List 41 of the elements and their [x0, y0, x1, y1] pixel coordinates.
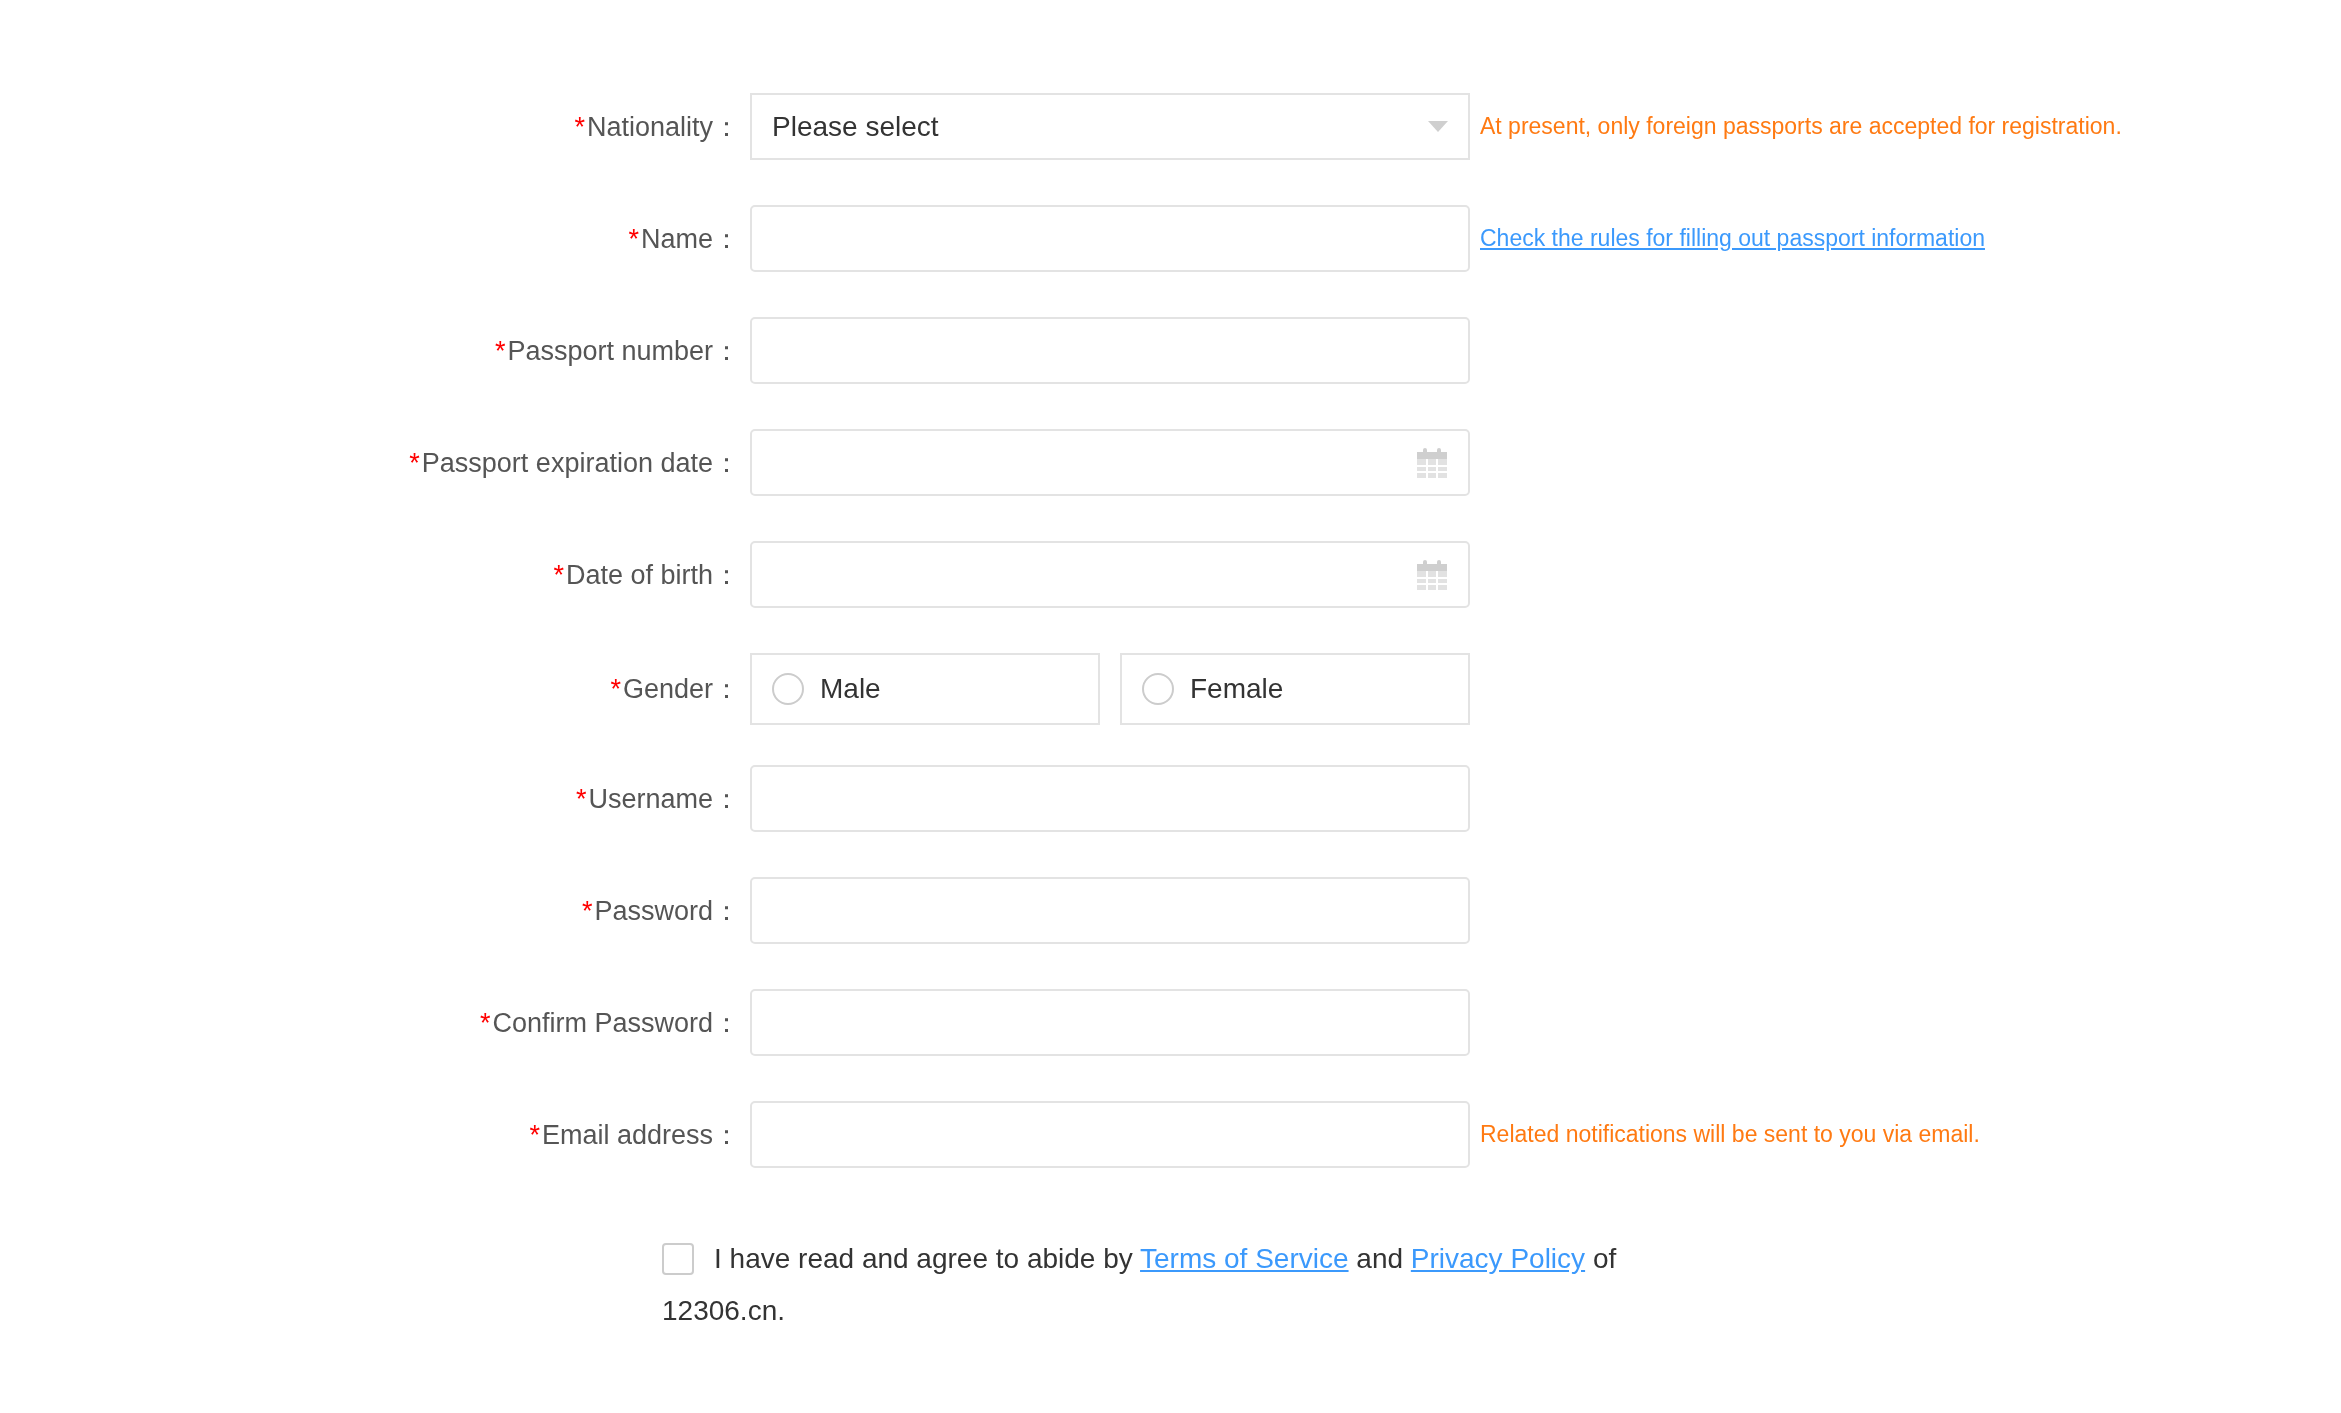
radio-icon[interactable] — [772, 673, 804, 705]
field-label: Confirm Password： — [492, 1006, 740, 1040]
date-field[interactable] — [750, 541, 1470, 608]
checkbox[interactable] — [662, 1243, 694, 1275]
calendar-icon — [1416, 446, 1448, 479]
agreement-text: 12306.cn. — [662, 1294, 786, 1328]
required-mark: * — [628, 223, 639, 255]
calendar-icon — [1416, 558, 1448, 591]
field-label: Email address： — [541, 1118, 740, 1152]
field-label: Gender： — [622, 673, 740, 706]
agreement-text: I have read and agree to abide by Terms of Service and Privacy Policy of — [714, 1242, 1617, 1276]
radio-icon[interactable] — [1142, 673, 1174, 705]
hint-text: Related notifications will be sent to you via email. — [1480, 1121, 1981, 1148]
required-mark: * — [553, 559, 564, 591]
input-field[interactable] — [750, 317, 1470, 384]
field-label: Username： — [588, 782, 740, 816]
caret-icon — [1428, 120, 1448, 133]
radio-option[interactable]: Male — [750, 653, 1100, 725]
required-mark: * — [574, 111, 585, 143]
field-label: Date of birth： — [565, 558, 740, 592]
password-field[interactable] — [750, 989, 1470, 1056]
field-label: Passport expiration date： — [421, 446, 740, 480]
field-label: Password： — [594, 894, 740, 928]
field-label: Passport number： — [507, 334, 740, 368]
required-mark: * — [409, 447, 420, 479]
input-field[interactable] — [750, 1101, 1470, 1168]
required-mark: * — [610, 674, 621, 705]
date-field[interactable] — [750, 429, 1470, 496]
radio-option[interactable]: Female — [1120, 653, 1470, 725]
required-mark: * — [529, 1119, 540, 1151]
input-field[interactable] — [750, 765, 1470, 832]
password-field[interactable] — [750, 877, 1470, 944]
hint-text: At present, only foreign passports are accepted for registration. — [1480, 113, 2123, 140]
required-mark: * — [494, 335, 506, 367]
field-label: Nationality： — [586, 110, 740, 144]
required-mark: * — [575, 783, 587, 815]
field-label: Name： — [640, 222, 740, 256]
input-field[interactable] — [750, 205, 1470, 272]
nationality-select[interactable]: Please select — [750, 93, 1470, 160]
required-mark: * — [581, 895, 593, 927]
required-mark: * — [479, 1007, 491, 1039]
